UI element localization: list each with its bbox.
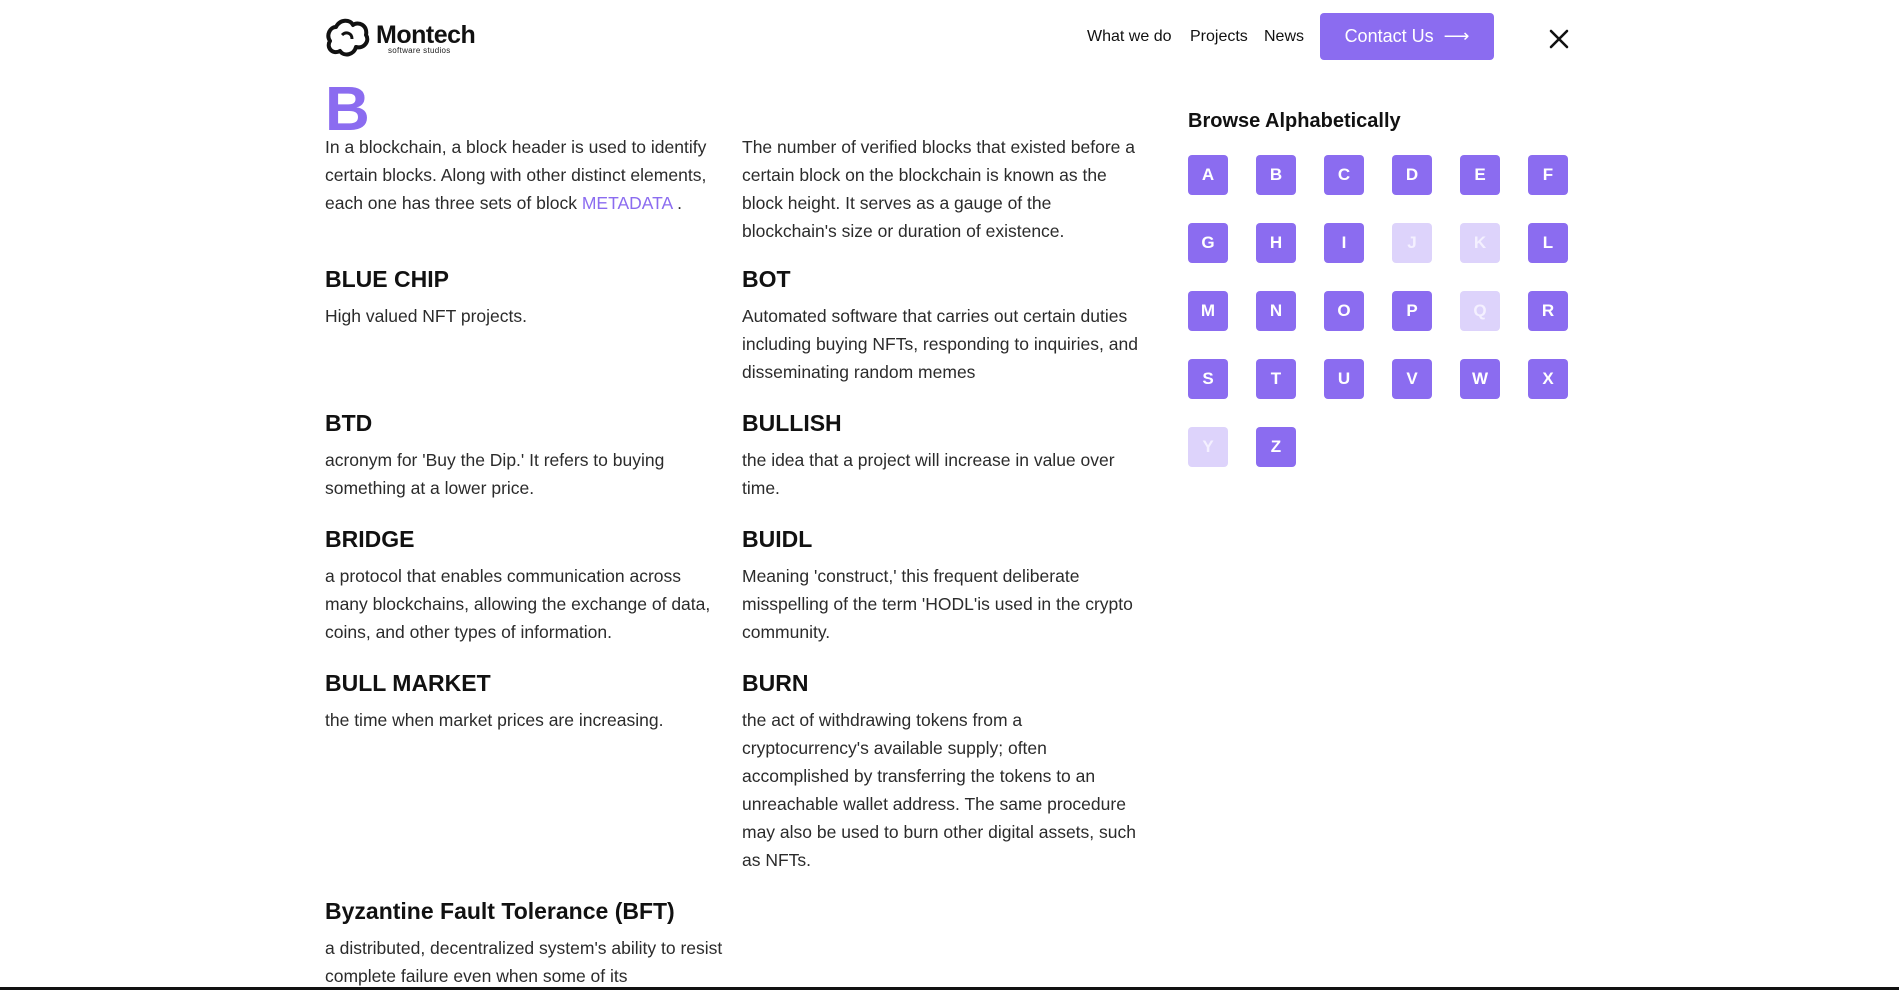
- browse-alphabetically-title: Browse Alphabetically: [1188, 110, 1401, 132]
- logo-mark-icon: [326, 18, 370, 57]
- letter-button-v[interactable]: V: [1392, 359, 1432, 399]
- entry-description: a distributed, decentralized system's ab…: [325, 938, 723, 986]
- entry-term: BOT: [742, 266, 791, 292]
- letter-button-f[interactable]: F: [1528, 155, 1568, 195]
- entry-term: BLUE CHIP: [325, 266, 449, 292]
- letter-button-e[interactable]: E: [1460, 155, 1500, 195]
- letter-button-m[interactable]: M: [1188, 291, 1228, 331]
- letter-button-z[interactable]: Z: [1256, 427, 1296, 467]
- entry-description: a protocol that enables communication ac…: [325, 566, 711, 642]
- entry-description: the idea that a project will increase in…: [742, 450, 1115, 498]
- letter-button-q: Q: [1460, 291, 1500, 331]
- letter-button-s[interactable]: S: [1188, 359, 1228, 399]
- contact-us-label: Contact Us: [1344, 26, 1434, 46]
- nav-what-we-do[interactable]: What we do: [1087, 28, 1171, 46]
- site-header: Montech software studios What we do Proj…: [0, 0, 1899, 76]
- entry-description: The number of verified blocks that exist…: [742, 137, 1135, 241]
- entry-term: BRIDGE: [325, 526, 415, 552]
- logo[interactable]: Montech software studios: [326, 17, 476, 61]
- glossary-entry: BTD acronym for 'Buy the Dip.' It refers…: [325, 409, 725, 502]
- letter-button-l[interactable]: L: [1528, 223, 1568, 263]
- entry-description: the act of withdrawing tokens from a cry…: [742, 710, 1136, 870]
- entry-term: BTD: [325, 410, 373, 436]
- letter-button-w[interactable]: W: [1460, 359, 1500, 399]
- nav-news[interactable]: News: [1264, 28, 1304, 46]
- nav-projects[interactable]: Projects: [1190, 28, 1248, 46]
- contact-us-button[interactable]: Contact Us ⟶: [1320, 13, 1494, 60]
- letter-button-g[interactable]: G: [1188, 223, 1228, 263]
- letter-button-y: Y: [1188, 427, 1228, 467]
- glossary-entry: BRIDGE a protocol that enables communica…: [325, 525, 725, 646]
- entry-term: BURN: [742, 670, 809, 696]
- glossary-entry: In a blockchain, a block header is used …: [325, 133, 735, 217]
- entry-term: Byzantine Fault Tolerance (BFT): [325, 898, 675, 924]
- letter-button-j: J: [1392, 223, 1432, 263]
- letter-button-o[interactable]: O: [1324, 291, 1364, 331]
- letter-button-n[interactable]: N: [1256, 291, 1296, 331]
- entry-description: acronym for 'Buy the Dip.' It refers to …: [325, 450, 665, 498]
- letter-button-a[interactable]: A: [1188, 155, 1228, 195]
- logo-subtitle: software studios: [388, 46, 451, 55]
- glossary-entry: Byzantine Fault Tolerance (BFT) a distri…: [325, 897, 725, 990]
- letter-button-h[interactable]: H: [1256, 223, 1296, 263]
- letter-button-p[interactable]: P: [1392, 291, 1432, 331]
- glossary-entry: BLUE CHIP High valued NFT projects.: [325, 265, 725, 330]
- metadata-link[interactable]: METADATA: [582, 193, 672, 213]
- glossary-entry: BUIDL Meaning 'construct,' this frequent…: [742, 525, 1142, 646]
- letter-button-b[interactable]: B: [1256, 155, 1296, 195]
- close-icon: [1549, 29, 1569, 49]
- entry-term: BULL MARKET: [325, 670, 491, 696]
- entry-term: BUIDL: [742, 526, 813, 552]
- letter-button-i[interactable]: I: [1324, 223, 1364, 263]
- glossary-entry: BOT Automated software that carries out …: [742, 265, 1142, 386]
- entry-description: Automated software that carries out cert…: [742, 306, 1138, 382]
- entry-description: In a blockchain, a block header is used …: [325, 133, 735, 217]
- letter-button-d[interactable]: D: [1392, 155, 1432, 195]
- letter-button-u[interactable]: U: [1324, 359, 1364, 399]
- section-header-backdrop: [325, 76, 1145, 140]
- letter-button-r[interactable]: R: [1528, 291, 1568, 331]
- entry-description: the time when market prices are increasi…: [325, 710, 664, 730]
- glossary-list: In a blockchain, a block header is used …: [325, 0, 1145, 990]
- letter-button-t[interactable]: T: [1256, 359, 1296, 399]
- description-text-end: .: [672, 193, 682, 213]
- close-button[interactable]: [1544, 24, 1574, 54]
- section-letter: B: [325, 79, 385, 141]
- glossary-entry: The number of verified blocks that exist…: [742, 133, 1142, 245]
- entry-description: High valued NFT projects.: [325, 306, 527, 326]
- letter-button-k: K: [1460, 223, 1500, 263]
- arrow-right-icon: ⟶: [1443, 26, 1470, 46]
- entry-term: BULLISH: [742, 410, 842, 436]
- glossary-entry: BURN the act of withdrawing tokens from …: [742, 669, 1142, 874]
- letter-button-x[interactable]: X: [1528, 359, 1568, 399]
- glossary-entry: BULLISH the idea that a project will inc…: [742, 409, 1142, 502]
- letter-button-c[interactable]: C: [1324, 155, 1364, 195]
- entry-description: Meaning 'construct,' this frequent delib…: [742, 566, 1133, 642]
- glossary-entry: BULL MARKET the time when market prices …: [325, 669, 725, 734]
